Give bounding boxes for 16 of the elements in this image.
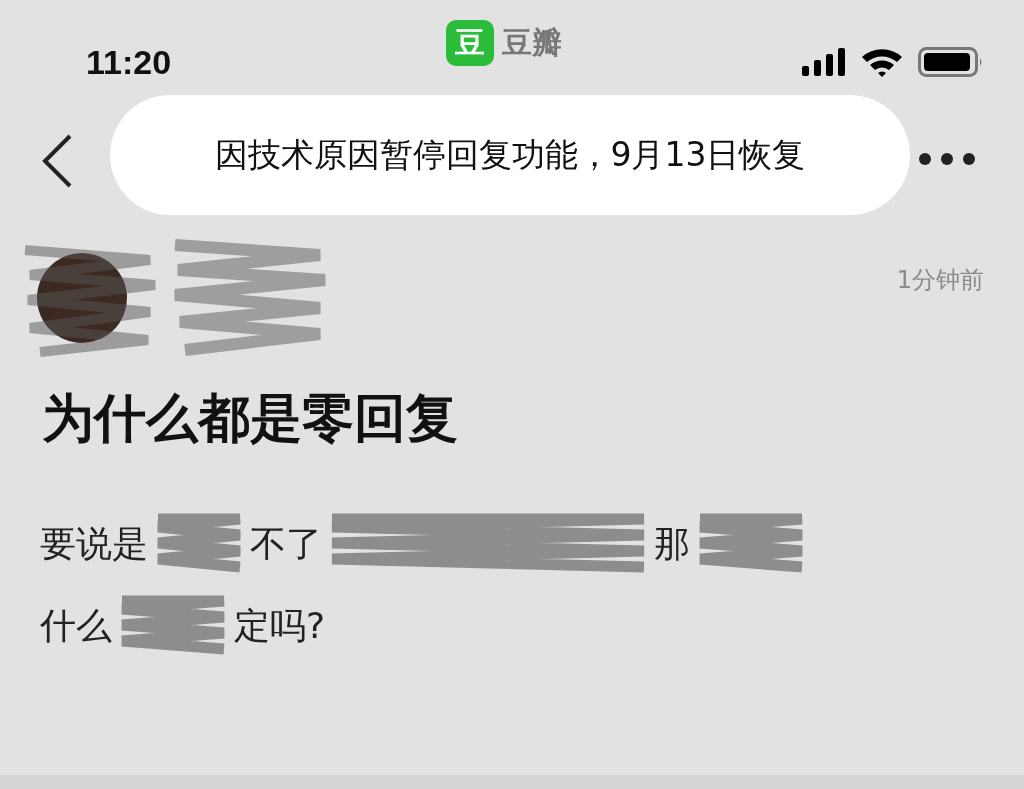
body-text: 要说是 <box>40 521 148 566</box>
signal-icon <box>802 48 846 76</box>
post-title: 为什么都是零回复 <box>42 387 459 450</box>
status-time: 11:20 <box>86 42 173 82</box>
body-text: 什么 <box>40 603 112 648</box>
app-logo: 豆 <box>446 20 494 66</box>
toast-message: 因技术原因暂停回复功能，9月13日恢复 <box>110 95 910 215</box>
battery-icon <box>918 47 984 77</box>
more-icon[interactable] <box>918 152 976 166</box>
body-text: 不了 <box>250 521 322 566</box>
app-name: 豆瓣 <box>502 23 562 62</box>
post-timestamp: 1分钟前 <box>896 265 984 296</box>
body-text: 定吗? <box>234 603 326 648</box>
back-icon[interactable] <box>40 133 74 189</box>
body-text: 那 <box>654 521 690 566</box>
wifi-icon <box>860 46 904 78</box>
